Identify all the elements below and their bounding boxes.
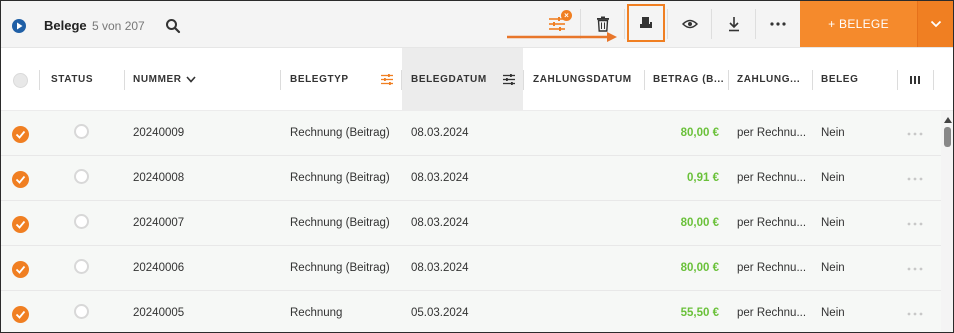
column-divider bbox=[401, 70, 402, 90]
column-header-belegdatum[interactable]: BELEGDATUM bbox=[411, 48, 487, 111]
status-indicator bbox=[74, 124, 89, 139]
eye-icon bbox=[682, 19, 698, 29]
column-header-nummer[interactable]: NUMMER bbox=[133, 48, 196, 111]
column-divider bbox=[897, 70, 898, 90]
column-divider bbox=[523, 70, 524, 90]
column-divider bbox=[728, 70, 729, 90]
row-checkbox-checked[interactable] bbox=[12, 171, 29, 188]
cell-belegtyp: Rechnung bbox=[290, 307, 343, 319]
column-header-beleg[interactable]: BELEG bbox=[821, 48, 858, 111]
row-menu-icon[interactable] bbox=[907, 132, 923, 136]
cell-belegtyp: Rechnung (Beitrag) bbox=[290, 172, 390, 184]
cell-nummer: 20240007 bbox=[133, 217, 185, 229]
status-indicator bbox=[74, 214, 89, 229]
toolbar: Belege 5 von 207 × + BELEGE bbox=[1, 1, 953, 48]
cell-belegdatum: 08.03.2024 bbox=[411, 262, 469, 274]
cell-beleg: Nein bbox=[821, 262, 845, 274]
cell-zahlungsart: per Rechnu... bbox=[737, 307, 807, 319]
record-count: 5 von 207 bbox=[92, 19, 145, 33]
column-filter-icon[interactable] bbox=[503, 74, 515, 85]
cell-beleg: Nein bbox=[821, 172, 845, 184]
table-row[interactable]: 20240007 Rechnung (Beitrag) 08.03.2024 8… bbox=[1, 201, 941, 246]
column-divider bbox=[124, 70, 125, 90]
table-row[interactable]: 20240009 Rechnung (Beitrag) 08.03.2024 8… bbox=[1, 111, 941, 156]
annotation-arrow-icon bbox=[507, 32, 617, 42]
column-divider bbox=[812, 70, 813, 90]
add-beleg-button[interactable]: + BELEGE bbox=[800, 1, 917, 47]
download-icon bbox=[729, 17, 739, 32]
column-divider bbox=[280, 70, 281, 90]
cell-zahlungsart: per Rechnu... bbox=[737, 172, 807, 184]
column-header-status[interactable]: STATUS bbox=[51, 48, 93, 111]
cell-betrag: 55,50 € bbox=[680, 307, 719, 319]
cell-zahlungsart: per Rechnu... bbox=[737, 127, 807, 139]
column-header-belegtyp[interactable]: BELEGTYP bbox=[290, 48, 349, 111]
row-menu-icon[interactable] bbox=[907, 177, 923, 181]
more-dots-icon bbox=[770, 22, 786, 26]
cell-belegdatum: 08.03.2024 bbox=[411, 217, 469, 229]
select-all-checkbox[interactable] bbox=[13, 73, 28, 88]
status-indicator bbox=[74, 169, 89, 184]
receipt-print-icon bbox=[640, 17, 652, 28]
cell-beleg: Nein bbox=[821, 127, 845, 139]
row-menu-icon[interactable] bbox=[907, 222, 923, 226]
row-checkbox-checked[interactable] bbox=[12, 216, 29, 233]
column-chooser-icon[interactable] bbox=[910, 75, 920, 85]
toolbar-divider bbox=[624, 9, 625, 39]
column-header-nummer-label: NUMMER bbox=[133, 74, 182, 85]
row-checkbox-checked[interactable] bbox=[12, 126, 29, 143]
status-indicator bbox=[74, 259, 89, 274]
cell-belegtyp: Rechnung (Beitrag) bbox=[290, 127, 390, 139]
table-row[interactable]: 20240008 Rechnung (Beitrag) 08.03.2024 0… bbox=[1, 156, 941, 201]
cell-zahlungsart: per Rechnu... bbox=[737, 262, 807, 274]
print-receipt-button[interactable] bbox=[627, 4, 665, 42]
column-filter-active-icon[interactable] bbox=[381, 74, 393, 85]
table-row[interactable]: 20240005 Rechnung 05.03.2024 55,50 € per… bbox=[1, 291, 941, 332]
row-checkbox-checked[interactable] bbox=[12, 261, 29, 278]
collapse-toggle-icon[interactable] bbox=[12, 19, 26, 33]
app-window: Belege 5 von 207 × + BELEGE STATUS NUMME… bbox=[0, 0, 954, 333]
download-button[interactable] bbox=[712, 1, 756, 47]
table-row[interactable]: 20240006 Rechnung (Beitrag) 08.03.2024 8… bbox=[1, 246, 941, 291]
row-menu-icon[interactable] bbox=[907, 312, 923, 316]
column-header-zahlungsart[interactable]: ZAHLUNG... bbox=[737, 48, 800, 111]
cell-betrag: 80,00 € bbox=[680, 262, 719, 274]
column-header-zahlungsdatum[interactable]: ZAHLUNGSDATUM bbox=[533, 48, 632, 111]
cell-betrag: 0,91 € bbox=[687, 172, 719, 184]
column-divider bbox=[39, 70, 40, 90]
cell-betrag: 80,00 € bbox=[680, 127, 719, 139]
preview-button[interactable] bbox=[668, 1, 712, 47]
column-divider bbox=[644, 70, 645, 90]
cell-zahlungsart: per Rechnu... bbox=[737, 217, 807, 229]
cell-nummer: 20240006 bbox=[133, 262, 185, 274]
column-divider bbox=[933, 70, 934, 90]
filter-clear-badge[interactable]: × bbox=[561, 10, 572, 21]
table-body: 20240009 Rechnung (Beitrag) 08.03.2024 8… bbox=[1, 111, 941, 332]
more-options-button[interactable] bbox=[756, 1, 800, 47]
trash-icon bbox=[597, 16, 609, 32]
cell-belegdatum: 08.03.2024 bbox=[411, 172, 469, 184]
column-header-betrag[interactable]: BETRAG (B... bbox=[653, 48, 724, 111]
row-checkbox-checked[interactable] bbox=[12, 306, 29, 323]
row-menu-icon[interactable] bbox=[907, 267, 923, 271]
cell-belegtyp: Rechnung (Beitrag) bbox=[290, 262, 390, 274]
add-dropdown-button[interactable] bbox=[917, 1, 953, 47]
cell-betrag: 80,00 € bbox=[680, 217, 719, 229]
cell-belegdatum: 05.03.2024 bbox=[411, 307, 469, 319]
cell-belegdatum: 08.03.2024 bbox=[411, 127, 469, 139]
cell-nummer: 20240005 bbox=[133, 307, 185, 319]
table-header: STATUS NUMMER BELEGTYP BELEGDATUM ZAHLUN… bbox=[1, 48, 953, 111]
cell-belegtyp: Rechnung (Beitrag) bbox=[290, 217, 390, 229]
cell-nummer: 20240008 bbox=[133, 172, 185, 184]
cell-beleg: Nein bbox=[821, 307, 845, 319]
page-title: Belege bbox=[44, 18, 87, 33]
cell-nummer: 20240009 bbox=[133, 127, 185, 139]
scrollbar-thumb[interactable] bbox=[944, 127, 951, 147]
search-icon[interactable] bbox=[165, 18, 181, 34]
chevron-down-icon bbox=[930, 20, 941, 28]
cell-beleg: Nein bbox=[821, 217, 845, 229]
scroll-up-arrow-icon[interactable] bbox=[944, 117, 952, 123]
status-indicator bbox=[74, 304, 89, 319]
sort-desc-icon[interactable] bbox=[186, 76, 196, 83]
